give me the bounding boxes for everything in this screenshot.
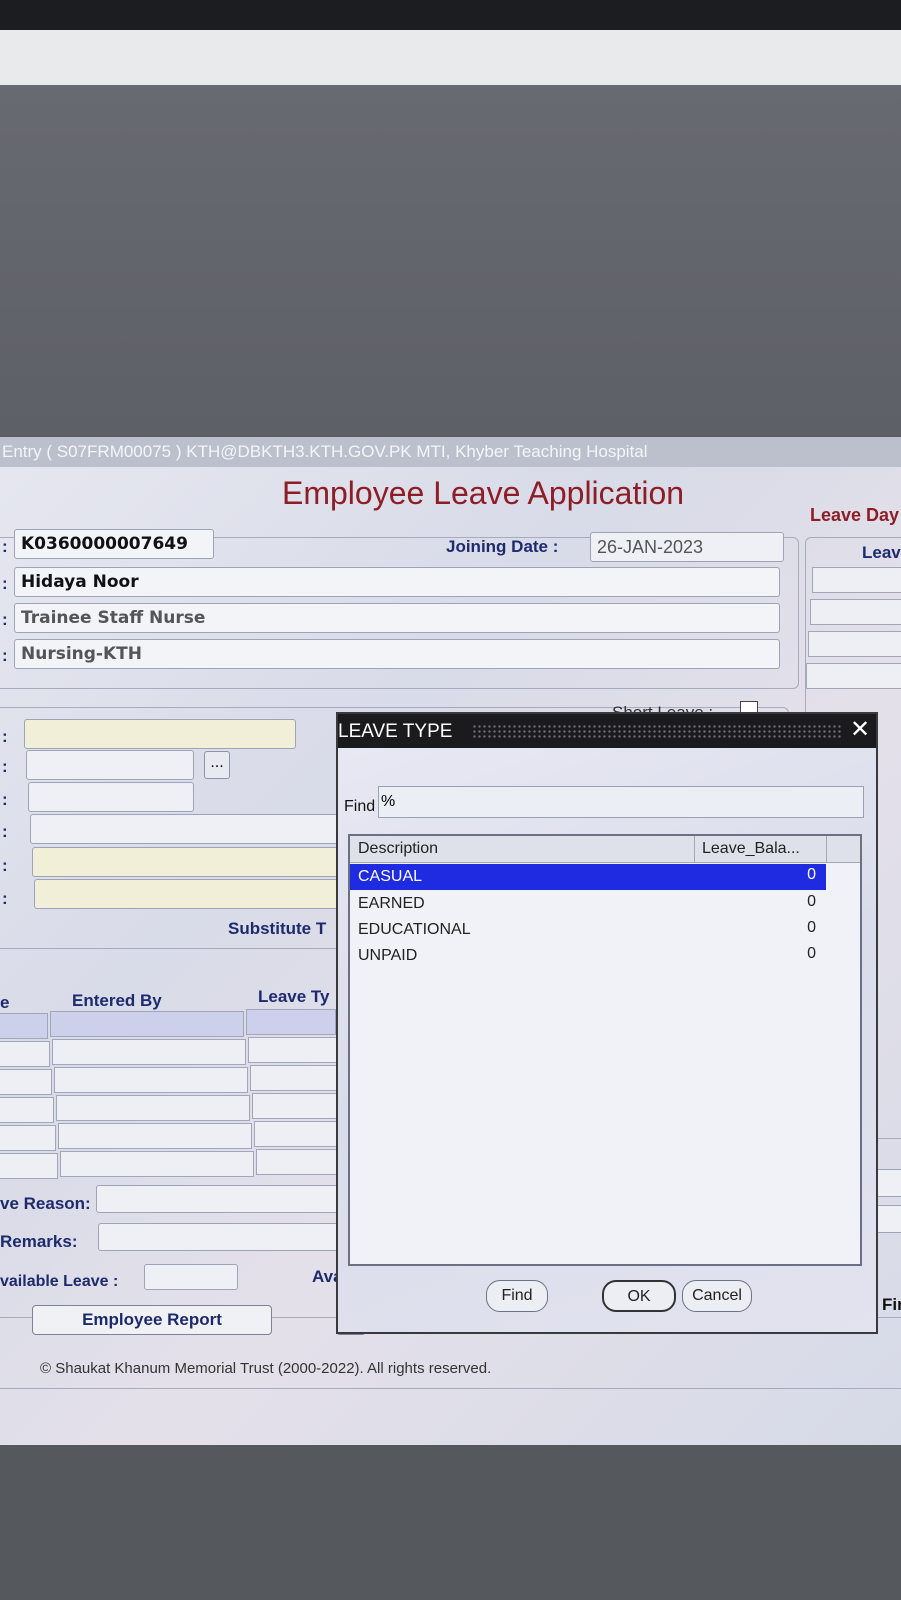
leave-days-cell[interactable] bbox=[810, 599, 901, 625]
grid-cell[interactable] bbox=[56, 1095, 250, 1121]
cancel-button[interactable]: Cancel bbox=[682, 1280, 752, 1312]
grid-cell[interactable] bbox=[58, 1123, 252, 1149]
list-item-description: UNPAID bbox=[358, 947, 418, 964]
reason-field[interactable] bbox=[32, 847, 342, 877]
copyright-footer: © Shaukat Khanum Memorial Trust (2000-20… bbox=[40, 1360, 492, 1377]
leave-type-field[interactable] bbox=[24, 719, 296, 749]
grid-cell[interactable] bbox=[0, 1069, 52, 1095]
desk-background bbox=[0, 1445, 901, 1600]
grid-cell[interactable] bbox=[50, 1011, 244, 1037]
grid-cell[interactable] bbox=[250, 1065, 340, 1091]
leave-type-list[interactable]: Description Leave_Bala... CASUAL 0 EARNE… bbox=[348, 834, 862, 1266]
form-title: Employee Leave Application bbox=[282, 475, 685, 511]
approval-label: : bbox=[2, 889, 8, 908]
grid-cell[interactable] bbox=[248, 1037, 338, 1063]
column-description[interactable]: Description bbox=[358, 840, 438, 858]
department-label: : bbox=[2, 646, 8, 665]
leave-days-label: Leave Day bbox=[810, 505, 900, 525]
list-item-earned[interactable]: EARNED 0 bbox=[350, 891, 826, 917]
window-top-strip bbox=[0, 30, 901, 85]
leave-days-cell[interactable] bbox=[806, 663, 901, 689]
titlebar-grip bbox=[472, 724, 842, 738]
find-label: Find bbox=[344, 798, 376, 815]
grid-cell[interactable] bbox=[246, 1009, 336, 1035]
leave-type-dialog: LEAVE TYPE ✕ Find % Description Leave_Ba… bbox=[336, 712, 878, 1334]
lov-button[interactable]: ... bbox=[204, 751, 230, 779]
days-field[interactable] bbox=[30, 814, 340, 844]
grid-cell[interactable] bbox=[60, 1151, 254, 1177]
approval-field[interactable] bbox=[34, 879, 344, 909]
grid-header-col-e: e bbox=[0, 993, 10, 1012]
remarks-label: Remarks: bbox=[0, 1232, 78, 1251]
grid-cell[interactable] bbox=[254, 1121, 344, 1147]
window-title: Entry ( S07FRM00075 ) KTH@DBKTH3.KTH.GOV… bbox=[0, 437, 901, 467]
list-item-description: CASUAL bbox=[358, 868, 423, 885]
leave-reason-label: ve Reason: bbox=[0, 1194, 91, 1213]
list-item-description: EARNED bbox=[358, 895, 425, 912]
column-leave-balance[interactable]: Leave_Bala... bbox=[702, 840, 800, 858]
employee-name-label: : bbox=[2, 574, 8, 593]
department-field[interactable]: Nursing-KTH bbox=[14, 639, 780, 669]
grid-cell[interactable] bbox=[0, 1125, 56, 1151]
right-side-field[interactable] bbox=[874, 1169, 901, 1197]
list-item-unpaid[interactable]: UNPAID 0 bbox=[350, 943, 826, 969]
list-item-balance: 0 bbox=[807, 919, 816, 936]
grid-header-entered-by: Entered By bbox=[72, 991, 162, 1010]
grid-cell[interactable] bbox=[0, 1013, 48, 1039]
list-item-educational[interactable]: EDUCATIONAL 0 bbox=[350, 917, 826, 943]
employee-code-label: : bbox=[2, 537, 8, 556]
employee-name-field[interactable]: Hidaya Noor bbox=[14, 567, 780, 597]
list-header: Description Leave_Bala... bbox=[350, 836, 860, 863]
leave-type-label: : bbox=[2, 727, 8, 746]
available-leave-label: vailable Leave : bbox=[0, 1273, 119, 1290]
list-item-casual[interactable]: CASUAL 0 bbox=[350, 864, 826, 890]
leave-reason-field[interactable] bbox=[96, 1185, 346, 1213]
grid-header-leave-type: Leave Ty bbox=[258, 987, 330, 1006]
grid-cell[interactable] bbox=[52, 1039, 246, 1065]
find-button[interactable]: Find bbox=[486, 1280, 548, 1312]
from-date-field[interactable] bbox=[26, 750, 194, 780]
find-form-button[interactable]: Fir bbox=[882, 1295, 901, 1315]
designation-label: : bbox=[2, 610, 8, 629]
dialog-title: LEAVE TYPE bbox=[338, 721, 453, 742]
joining-date-field[interactable]: 26-JAN-2023 bbox=[590, 532, 784, 562]
list-item-description: EDUCATIONAL bbox=[358, 921, 471, 938]
grid-cell[interactable] bbox=[252, 1093, 342, 1119]
list-item-balance: 0 bbox=[807, 893, 816, 910]
grid-cell[interactable] bbox=[0, 1041, 50, 1067]
column-separator bbox=[826, 836, 827, 862]
to-date-label: : bbox=[2, 790, 8, 809]
list-item-balance: 0 bbox=[807, 866, 816, 883]
close-icon[interactable]: ✕ bbox=[850, 714, 870, 746]
leave-days-cell[interactable] bbox=[812, 567, 901, 593]
from-date-label: : bbox=[2, 757, 8, 776]
employee-report-button[interactable]: Employee Report bbox=[32, 1305, 272, 1335]
grid-cell[interactable] bbox=[256, 1149, 346, 1175]
dialog-titlebar[interactable]: LEAVE TYPE ✕ bbox=[338, 714, 876, 748]
joining-date-label: Joining Date : bbox=[446, 537, 559, 556]
grid-cell[interactable] bbox=[0, 1097, 54, 1123]
days-label: : bbox=[2, 822, 8, 841]
ok-button[interactable]: OK bbox=[602, 1280, 676, 1312]
remarks-field[interactable] bbox=[98, 1223, 348, 1251]
leave-col-label: Leav bbox=[862, 543, 901, 562]
to-date-field[interactable] bbox=[28, 782, 194, 812]
desktop-background bbox=[0, 85, 901, 435]
designation-field[interactable]: Trainee Staff Nurse bbox=[14, 603, 780, 633]
substitute-label: Substitute T bbox=[228, 919, 327, 938]
grid-cell[interactable] bbox=[54, 1067, 248, 1093]
find-input[interactable]: % bbox=[378, 786, 864, 818]
column-separator bbox=[694, 836, 695, 862]
leave-days-cell[interactable] bbox=[808, 631, 901, 657]
available-leave-field[interactable] bbox=[144, 1264, 238, 1290]
reason-label: : bbox=[2, 856, 8, 875]
employee-code-field[interactable]: K0360000007649 bbox=[14, 529, 214, 559]
list-item-balance: 0 bbox=[807, 945, 816, 962]
grid-cell[interactable] bbox=[0, 1153, 58, 1179]
